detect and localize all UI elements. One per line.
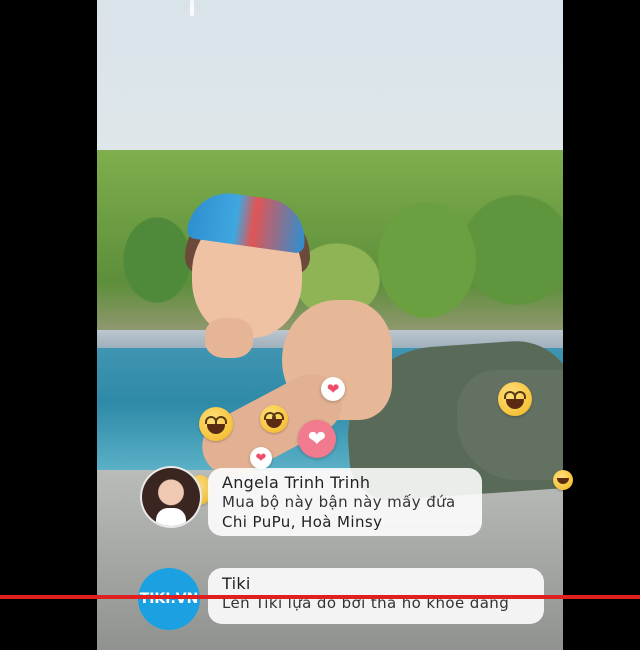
video-frame[interactable] [97, 0, 563, 650]
commenter-name[interactable]: Angela Trinh Trinh [222, 473, 468, 492]
laugh-emoji [553, 470, 573, 490]
commenter-name[interactable]: Tiki [222, 574, 530, 593]
laugh-emoji [199, 407, 233, 441]
comment-bubble: Angela Trinh Trinh Mua bộ này bận này mấ… [208, 468, 482, 536]
tiki-avatar[interactable]: TIKI.VN [138, 568, 200, 630]
progress-line [0, 595, 640, 599]
heart-icon: ❤ [298, 420, 336, 458]
comment-text: Mua bộ này bận này mấy đứa [222, 493, 456, 511]
top-marker [190, 0, 194, 16]
heart-icon: ❤ [321, 377, 345, 401]
commenter-avatar[interactable] [140, 466, 202, 528]
laugh-emoji [498, 382, 532, 416]
comment-tags[interactable]: Chi PuPu, Hoà Minsy [222, 512, 468, 532]
tiki-logo-text: TIKI.VN [139, 591, 199, 607]
laugh-emoji [260, 405, 288, 433]
heart-icon: ❤ [250, 447, 272, 469]
person-hand [205, 318, 253, 358]
